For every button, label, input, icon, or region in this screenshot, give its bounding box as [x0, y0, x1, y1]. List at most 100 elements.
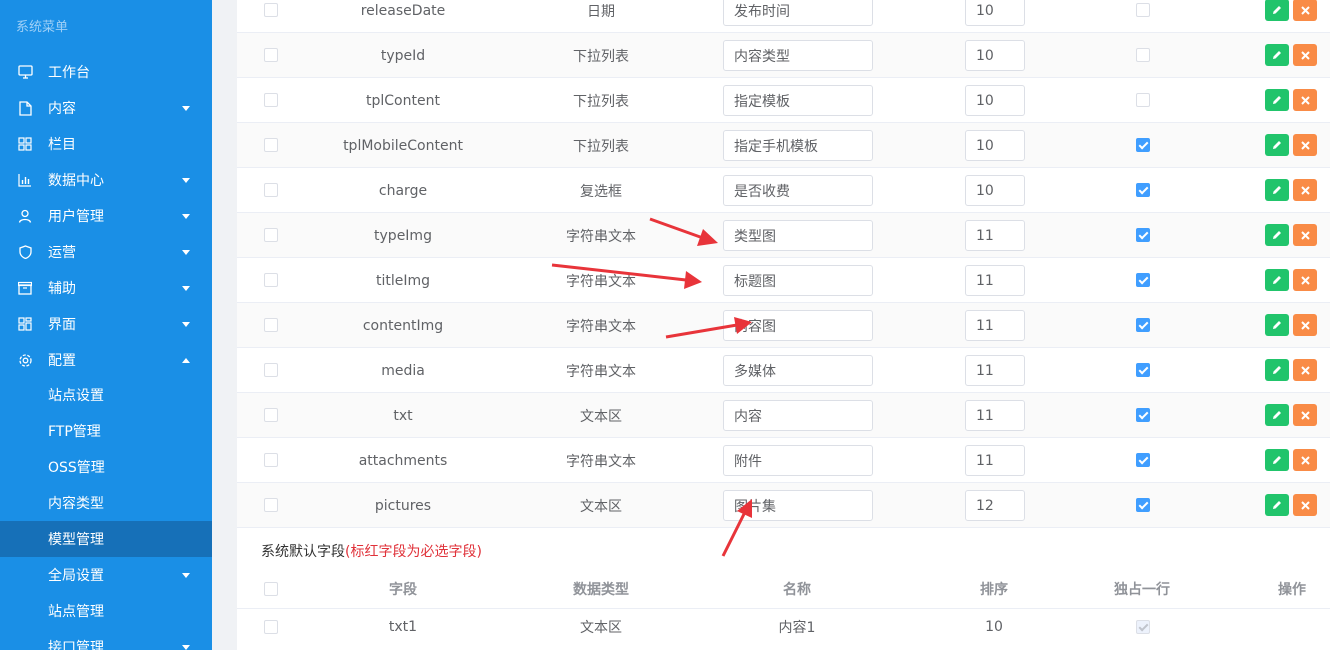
header-data-type: 数据类型 [573, 582, 629, 598]
sidebar-item-workbench[interactable]: 工作台 [0, 54, 212, 90]
field-name-input[interactable]: 附件 [723, 445, 873, 476]
sidebar-subitem-global-settings[interactable]: 全局设置 [0, 557, 212, 593]
own-line-checkbox[interactable] [1136, 228, 1150, 242]
sidebar-item-user-management[interactable]: 用户管理 [0, 198, 212, 234]
field-name-input[interactable]: 发布时间 [723, 0, 873, 26]
close-icon [1300, 365, 1310, 375]
own-line-checkbox[interactable] [1136, 318, 1150, 332]
delete-button[interactable] [1293, 404, 1317, 426]
delete-button[interactable] [1293, 359, 1317, 381]
row-checkbox[interactable] [264, 183, 278, 197]
field-order-input[interactable]: 12 [965, 490, 1025, 521]
own-line-checkbox[interactable] [1136, 408, 1150, 422]
edit-button[interactable] [1265, 404, 1289, 426]
delete-button[interactable] [1293, 44, 1317, 66]
row-checkbox[interactable] [264, 138, 278, 152]
field-order-input[interactable]: 10 [965, 0, 1025, 26]
field-key: contentImg [362, 317, 444, 334]
sidebar-subitem-label: 内容类型 [48, 496, 104, 512]
sidebar-subitem-site-management[interactable]: 站点管理 [0, 593, 212, 629]
edit-button[interactable] [1265, 44, 1289, 66]
field-order-input[interactable]: 11 [965, 445, 1025, 476]
own-line-checkbox[interactable] [1136, 48, 1150, 62]
field-order-input[interactable]: 11 [965, 310, 1025, 341]
row-checkbox[interactable] [264, 93, 278, 107]
row-checkbox[interactable] [264, 498, 278, 512]
field-order-input[interactable]: 11 [965, 265, 1025, 296]
sidebar-subitem-model-management[interactable]: 模型管理 [0, 521, 212, 557]
own-line-checkbox[interactable] [1136, 3, 1150, 17]
delete-button[interactable] [1293, 89, 1317, 111]
field-key: txt [393, 407, 413, 424]
row-checkbox[interactable] [264, 620, 278, 634]
delete-button[interactable] [1293, 449, 1317, 471]
sidebar-subitem-api-management[interactable]: 接口管理 [0, 629, 212, 650]
row-checkbox[interactable] [264, 273, 278, 287]
edit-button[interactable] [1265, 314, 1289, 336]
field-type: 文本区 [580, 498, 622, 515]
field-name-input[interactable]: 多媒体 [723, 355, 873, 386]
edit-button[interactable] [1265, 224, 1289, 246]
delete-button[interactable] [1293, 134, 1317, 156]
field-name-input[interactable]: 标题图 [723, 265, 873, 296]
delete-button[interactable] [1293, 269, 1317, 291]
delete-button[interactable] [1293, 0, 1317, 21]
field-name-input[interactable]: 是否收费 [723, 175, 873, 206]
sidebar-item-interface[interactable]: 界面 [0, 306, 212, 342]
edit-button[interactable] [1265, 0, 1289, 21]
own-line-checkbox[interactable] [1136, 498, 1150, 512]
sidebar-item-columns[interactable]: 栏目 [0, 126, 212, 162]
delete-button[interactable] [1293, 314, 1317, 336]
delete-button[interactable] [1293, 224, 1317, 246]
delete-button[interactable] [1293, 494, 1317, 516]
sidebar-item-operations[interactable]: 运营 [0, 234, 212, 270]
row-checkbox[interactable] [264, 363, 278, 377]
field-order-input[interactable]: 10 [965, 85, 1025, 116]
sidebar-subitem-oss[interactable]: OSS管理 [0, 449, 212, 485]
sidebar-item-config[interactable]: 配置 [0, 342, 212, 378]
close-icon [1300, 275, 1310, 285]
own-line-checkbox[interactable] [1136, 93, 1150, 107]
sidebar-subitem-content-type[interactable]: 内容类型 [0, 485, 212, 521]
field-name-input[interactable]: 指定手机模板 [723, 130, 873, 161]
field-name-input[interactable]: 指定模板 [723, 85, 873, 116]
sidebar-subitem-site-settings[interactable]: 站点设置 [0, 377, 212, 413]
sidebar-item-auxiliary[interactable]: 辅助 [0, 270, 212, 306]
field-order-input[interactable]: 10 [965, 175, 1025, 206]
edit-button[interactable] [1265, 359, 1289, 381]
select-all-checkbox[interactable] [264, 582, 278, 596]
row-checkbox[interactable] [264, 408, 278, 422]
own-line-checkbox[interactable] [1136, 453, 1150, 467]
row-checkbox[interactable] [264, 3, 278, 17]
field-name-input[interactable]: 图片集 [723, 490, 873, 521]
own-line-checkbox[interactable] [1136, 138, 1150, 152]
own-line-checkbox[interactable] [1136, 363, 1150, 377]
edit-button[interactable] [1265, 494, 1289, 516]
field-order-input[interactable]: 11 [965, 400, 1025, 431]
edit-button[interactable] [1265, 134, 1289, 156]
system-table-header: 字段 数据类型 名称 排序 独占一行 操作 [237, 569, 1330, 609]
own-line-checkbox[interactable] [1136, 273, 1150, 287]
edit-button[interactable] [1265, 269, 1289, 291]
sidebar-item-data-center[interactable]: 数据中心 [0, 162, 212, 198]
field-name-input[interactable]: 内容 [723, 400, 873, 431]
edit-button[interactable] [1265, 449, 1289, 471]
edit-button[interactable] [1265, 89, 1289, 111]
field-order-input[interactable]: 11 [965, 220, 1025, 251]
row-checkbox[interactable] [264, 228, 278, 242]
row-checkbox[interactable] [264, 453, 278, 467]
field-order-input[interactable]: 11 [965, 355, 1025, 386]
own-line-checkbox[interactable] [1136, 183, 1150, 197]
sidebar-subitem-ftp[interactable]: FTP管理 [0, 413, 212, 449]
field-name-input[interactable]: 内容图 [723, 310, 873, 341]
row-checkbox[interactable] [264, 318, 278, 332]
field-key: typeId [380, 47, 426, 64]
edit-button[interactable] [1265, 179, 1289, 201]
field-name-input[interactable]: 内容类型 [723, 40, 873, 71]
delete-button[interactable] [1293, 179, 1317, 201]
row-checkbox[interactable] [264, 48, 278, 62]
sidebar-item-content[interactable]: 内容 [0, 90, 212, 126]
field-name-input[interactable]: 类型图 [723, 220, 873, 251]
field-order-input[interactable]: 10 [965, 130, 1025, 161]
field-order-input[interactable]: 10 [965, 40, 1025, 71]
